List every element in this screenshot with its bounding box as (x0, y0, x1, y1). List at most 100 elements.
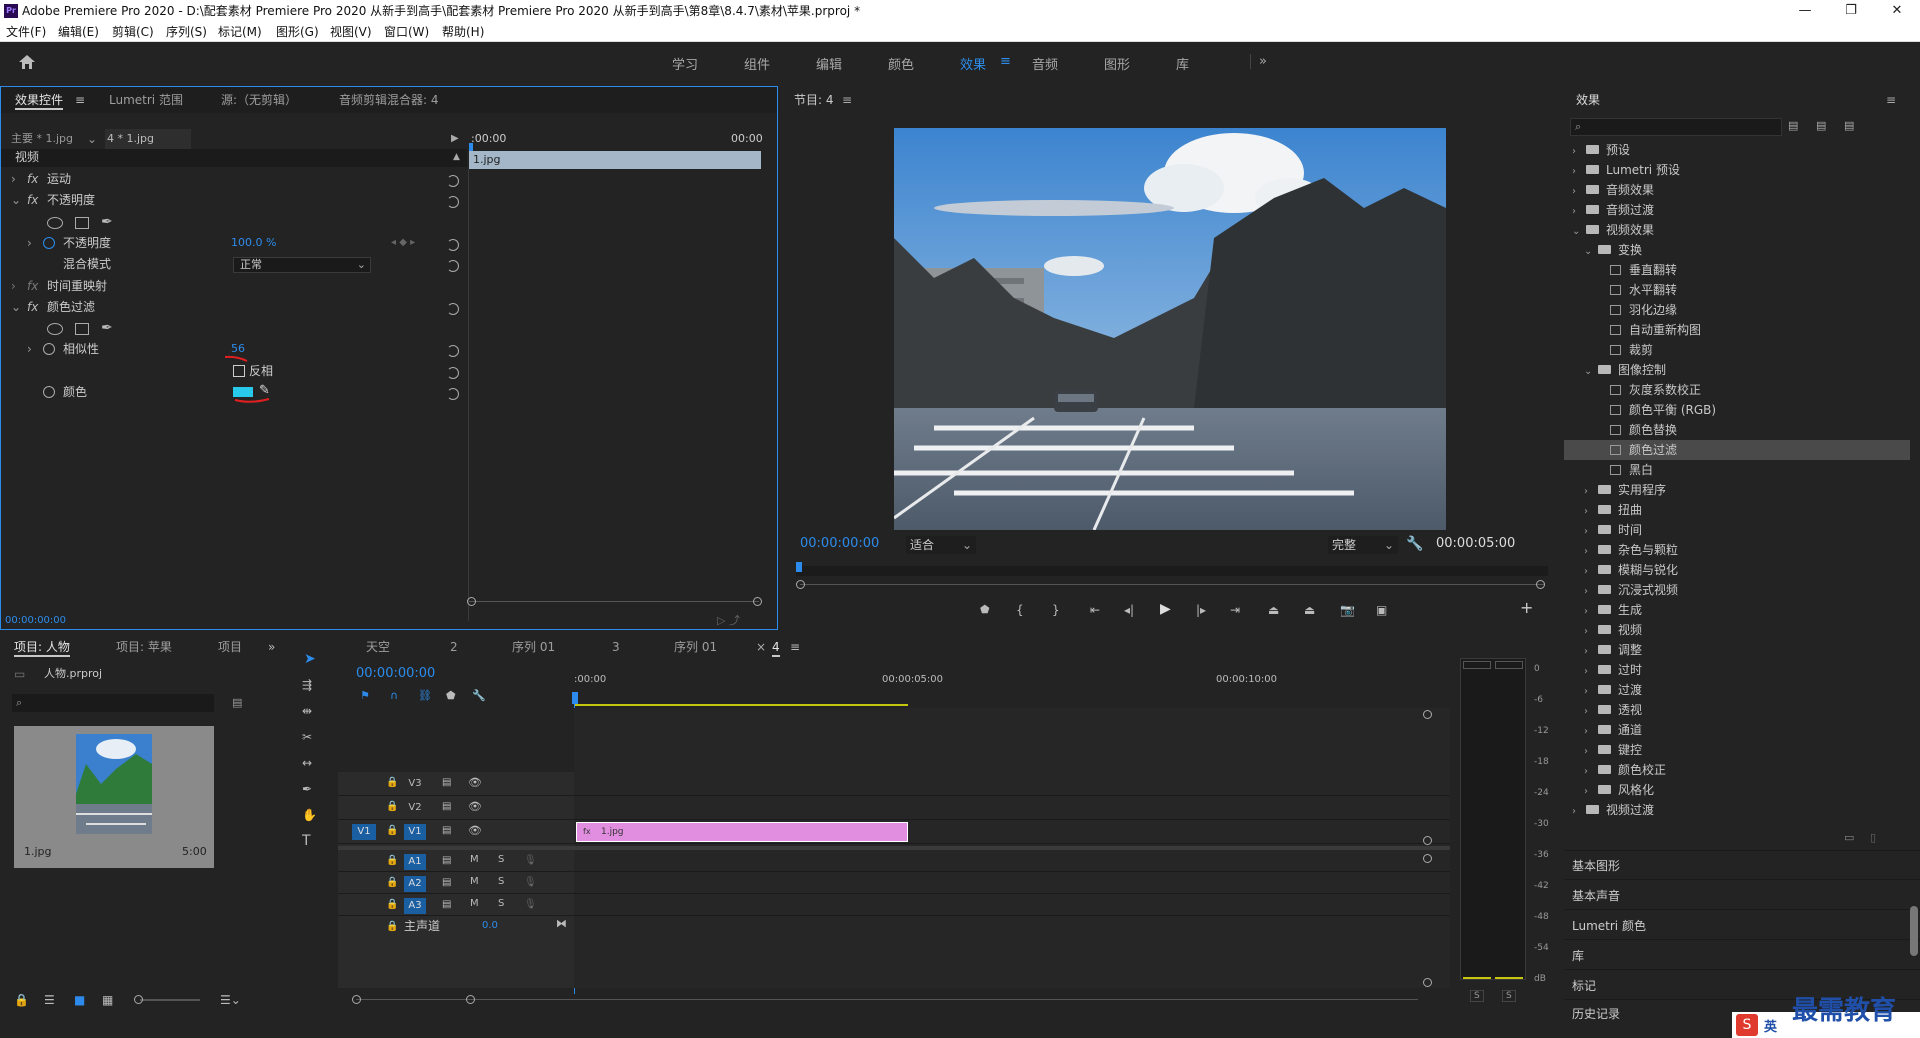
a3-label[interactable]: A3 (404, 898, 426, 914)
color-pass-rectangle-mask-icon[interactable] (75, 323, 89, 335)
chevron-right-icon[interactable]: › (1584, 662, 1594, 682)
workspace-editing[interactable]: 编辑 (816, 54, 842, 73)
extract-icon[interactable]: ⏏ (1304, 600, 1315, 620)
workspace-color[interactable]: 颜色 (888, 54, 914, 73)
v1-lock-icon[interactable]: 🔒 (386, 824, 398, 838)
chevron-right-icon[interactable]: › (1584, 742, 1594, 762)
tab-effect-controls-menu[interactable]: ≡ (75, 87, 85, 113)
meter-solo-left[interactable]: S (1470, 990, 1484, 1002)
effects-tree-item[interactable]: ⌄ 变换 (1564, 240, 1910, 260)
ec-zoom-left-handle[interactable] (467, 597, 476, 606)
effects-tree-item[interactable]: › 过时 (1564, 660, 1910, 680)
a1-mute[interactable]: M (470, 854, 479, 865)
menu-help[interactable]: 帮助(H) (442, 22, 484, 42)
restore-button[interactable]: ❐ (1828, 0, 1874, 22)
opacity-stopwatch-icon[interactable] (43, 237, 55, 249)
effects-tree-item[interactable]: › Lumetri 预设 (1564, 160, 1910, 180)
timeline-menu-icon[interactable]: ≡ (790, 634, 800, 660)
home-icon[interactable] (18, 54, 36, 70)
effects-tree-item[interactable]: 裁剪 (1564, 340, 1910, 360)
a1-mic-icon[interactable]: 🎙 (524, 854, 537, 868)
timeline-clip-1jpg[interactable]: fx 1.jpg (576, 822, 908, 842)
workspace-assembly[interactable]: 组件 (744, 54, 770, 73)
workspace-learn[interactable]: 学习 (672, 54, 698, 73)
opacity-value-reset-icon[interactable] (447, 239, 459, 251)
a3-sync-lock-icon[interactable]: ▤ (442, 898, 451, 912)
section-lumetri-color[interactable]: Lumetri 颜色 (1572, 916, 1646, 936)
ec-playhead[interactable] (469, 143, 473, 151)
effects-tree-item[interactable]: › 透视 (1564, 700, 1910, 720)
button-editor-plus-icon[interactable]: + (1520, 598, 1533, 618)
new-search-bin-icon[interactable]: ▤ (232, 693, 242, 713)
a2-lock-icon[interactable]: 🔒 (386, 876, 398, 890)
motion-expand-icon[interactable]: › (11, 169, 16, 189)
tab-effect-controls[interactable]: 效果控件 (15, 87, 64, 113)
ripple-edit-tool-icon[interactable]: ⇹ (302, 704, 312, 718)
a1-solo[interactable]: S (498, 854, 504, 865)
type-tool-icon[interactable]: T (302, 834, 311, 848)
v3-lock-icon[interactable]: 🔒 (386, 776, 398, 790)
track-select-tool-icon[interactable]: ⇶ (302, 678, 312, 692)
v3-eye-icon[interactable]: 👁 (468, 776, 482, 790)
effects-tree-item[interactable]: › 音频效果 (1564, 180, 1910, 200)
ellipse-mask-icon[interactable] (47, 217, 63, 229)
tab-sky[interactable]: 天空 (366, 634, 390, 660)
opacity-value-expand-icon[interactable]: › (27, 233, 32, 253)
effects-tree-item[interactable]: › 视频 (1564, 620, 1910, 640)
effects-tree-item[interactable]: › 视频过渡 (1564, 800, 1910, 820)
effects-tree-item[interactable]: › 杂色与颗粒 (1564, 540, 1910, 560)
chevron-down-icon[interactable]: ⌄ (1584, 362, 1594, 382)
workspace-more-button[interactable]: » (1250, 54, 1267, 69)
ime-logo-icon[interactable]: S (1736, 1014, 1758, 1036)
pen-tool-icon[interactable]: ✒ (302, 782, 312, 796)
timeline-zoom-right-handle[interactable] (466, 995, 475, 1004)
program-video-frame[interactable] (894, 128, 1446, 530)
v3-sync-lock-icon[interactable]: ▤ (442, 776, 451, 790)
time-remap-expand-icon[interactable]: › (11, 276, 16, 296)
effects-tree-item[interactable]: ⌄ 视频效果 (1564, 220, 1910, 240)
section-essential-sound[interactable]: 基本声音 (1572, 886, 1620, 906)
timeline-timecode[interactable]: 00:00:00:00 (356, 664, 435, 684)
a3-mute[interactable]: M (470, 898, 479, 909)
v2-sync-lock-icon[interactable]: ▤ (442, 800, 451, 814)
similarity-expand-icon[interactable]: › (27, 339, 32, 359)
ec-zoom-right-handle[interactable] (753, 597, 762, 606)
menu-file[interactable]: 文件(F) (6, 22, 46, 42)
invert-checkbox[interactable] (233, 365, 245, 377)
settings-wrench-icon[interactable]: 🔧 (1406, 534, 1423, 554)
effects-tree-item[interactable]: 水平翻转 (1564, 280, 1910, 300)
a2-solo[interactable]: S (498, 876, 504, 887)
timeline-playhead[interactable] (572, 692, 578, 704)
tab-sequence-01[interactable]: 序列 01 (512, 634, 555, 660)
step-forward-icon[interactable]: |▸ (1196, 600, 1206, 620)
section-libraries[interactable]: 库 (1572, 946, 1584, 966)
workspace-effects[interactable]: 效果 (960, 54, 986, 73)
effects-tree-item[interactable]: › 通道 (1564, 720, 1910, 740)
chevron-right-icon[interactable]: › (1584, 542, 1594, 562)
blend-mode-select[interactable]: 正常 ⌄ (233, 257, 371, 273)
program-title[interactable]: 节目: 4 (794, 90, 834, 110)
effects-tree-item[interactable]: › 预设 (1564, 140, 1910, 160)
source-patch-v1[interactable]: V1 (352, 824, 376, 840)
effects-tree-item[interactable]: › 模糊与锐化 (1564, 560, 1910, 580)
similarity-reset-icon[interactable] (447, 345, 459, 357)
chevron-right-icon[interactable]: › (1584, 722, 1594, 742)
delete-icon[interactable]: ▯ (1870, 828, 1876, 848)
chevron-right-icon[interactable]: › (1572, 162, 1582, 182)
chevron-right-icon[interactable]: › (1584, 762, 1594, 782)
track-a1[interactable] (338, 850, 1460, 872)
opacity-collapse-icon[interactable]: ⌄ (11, 190, 21, 210)
new-bin-icon[interactable]: ▭ (1844, 828, 1854, 848)
video-scroll-bottom-handle[interactable] (1423, 836, 1432, 845)
chevron-right-icon[interactable]: › (1584, 602, 1594, 622)
effects-tree-item[interactable]: › 调整 (1564, 640, 1910, 660)
rectangle-mask-icon[interactable] (75, 217, 89, 229)
workspace-audio[interactable]: 音频 (1032, 54, 1058, 73)
play-button[interactable]: ▶ (1160, 599, 1171, 619)
zoom-slider-handle[interactable] (134, 995, 143, 1004)
workspace-graphics[interactable]: 图形 (1104, 54, 1130, 73)
menu-view[interactable]: 视图(V) (330, 22, 372, 42)
tab-project-apple[interactable]: 项目: 苹果 (116, 634, 172, 660)
effects-search-input[interactable]: ⌕ (1570, 118, 1782, 136)
v1-label[interactable]: V1 (404, 824, 426, 840)
